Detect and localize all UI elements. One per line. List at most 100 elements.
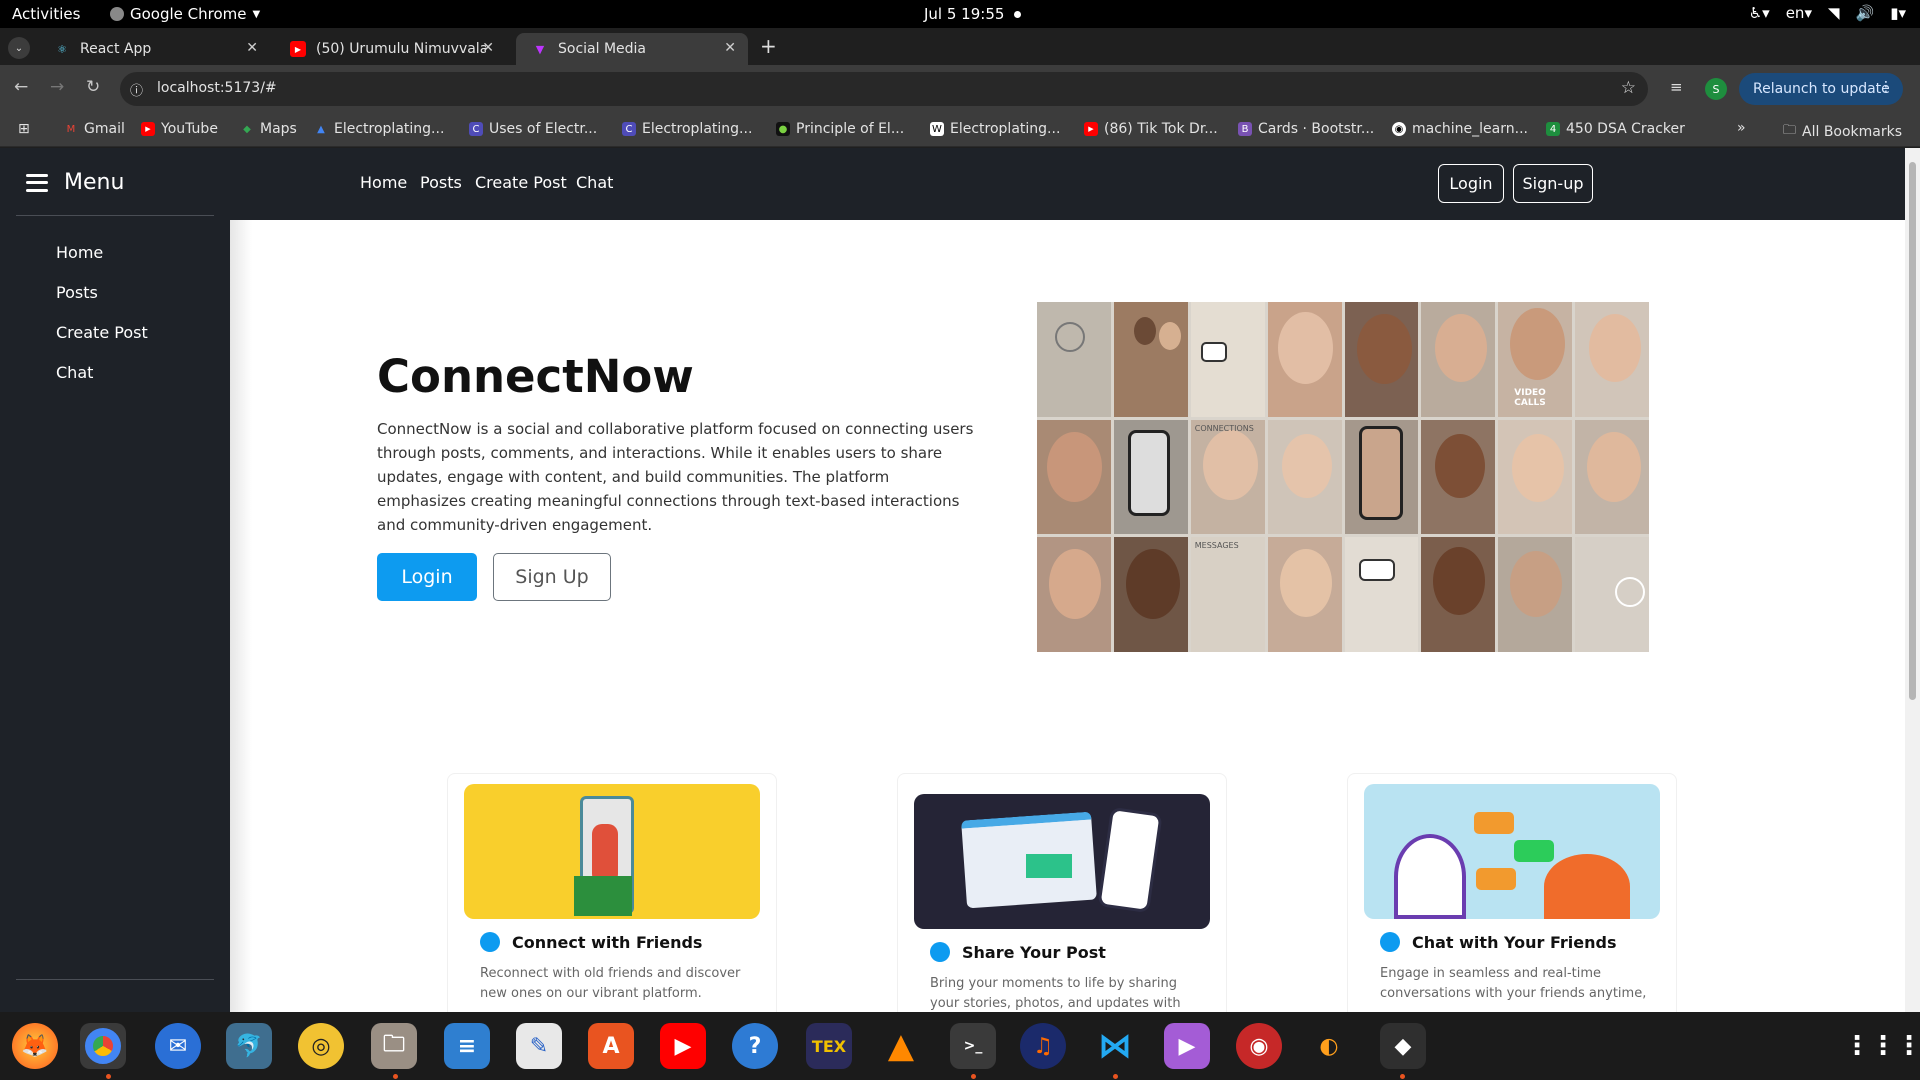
bookmark-cards-bootstrap[interactable]: B Cards · Bootstr... bbox=[1238, 121, 1374, 137]
browser-toolbar: ← → ↻ ⓘ localhost:5173/# ☆ ≡ S Relaunch … bbox=[0, 65, 1920, 113]
kazam-icon[interactable]: ◉ bbox=[1236, 1023, 1282, 1069]
navbar-signup-button[interactable]: Sign-up bbox=[1513, 164, 1593, 203]
language-indicator[interactable]: en▾ bbox=[1786, 4, 1812, 22]
new-tab-button[interactable]: + bbox=[760, 34, 777, 58]
chevron-down-icon: ▼ bbox=[252, 8, 261, 20]
system-tray[interactable]: ♿▾ en▾ ◥ 🔊 ▮▾ bbox=[1749, 4, 1906, 22]
feature-card-share[interactable]: Share Your Post Bring your moments to li… bbox=[897, 773, 1227, 1012]
sidebar-header[interactable]: Menu bbox=[26, 170, 124, 195]
show-apps-icon[interactable]: ⋮⋮⋮ bbox=[1844, 1023, 1920, 1069]
notification-dot bbox=[1014, 11, 1022, 18]
tab-search-button[interactable]: ⌄ bbox=[8, 37, 30, 59]
activities-button[interactable]: Activities bbox=[12, 5, 80, 23]
sheet-icon: 4 bbox=[1546, 122, 1560, 136]
nav-link-home[interactable]: Home bbox=[360, 173, 407, 192]
scratch-icon[interactable]: ◐ bbox=[1306, 1023, 1352, 1069]
phone-icon bbox=[1127, 429, 1170, 516]
phone-icon bbox=[1358, 425, 1403, 520]
navbar-login-button[interactable]: Login bbox=[1438, 164, 1504, 203]
text-editor-icon[interactable]: ✎ bbox=[516, 1023, 562, 1069]
video-player-icon[interactable]: ▶ bbox=[1164, 1023, 1210, 1069]
bookmark-youtube[interactable]: ▶ YouTube bbox=[141, 121, 218, 137]
unity-icon[interactable]: ◆ bbox=[1380, 1023, 1426, 1069]
bookmark-principle-of-el[interactable]: ● Principle of El... bbox=[776, 121, 904, 137]
bookmark-450-dsa[interactable]: 4 450 DSA Cracker bbox=[1546, 121, 1685, 137]
feature-card-connect[interactable]: Connect with Friends Reconnect with old … bbox=[447, 773, 777, 1012]
nav-link-chat[interactable]: Chat bbox=[576, 173, 613, 192]
files-icon[interactable]: 🗀 bbox=[371, 1023, 417, 1069]
forward-button[interactable]: → bbox=[50, 77, 64, 97]
media-controls-icon[interactable]: ≡ bbox=[1670, 78, 1683, 96]
bullet-icon bbox=[930, 942, 950, 962]
relaunch-button[interactable]: Relaunch to update ⋮ bbox=[1739, 73, 1903, 105]
bookmarks-bar: ⊞ M Gmail ▶ YouTube ◆ Maps ▲ Electroplating.… bbox=[0, 113, 1920, 147]
chrome-icon[interactable] bbox=[80, 1023, 126, 1069]
nav-link-posts[interactable]: Posts bbox=[420, 173, 462, 192]
sidebar-divider bbox=[16, 979, 214, 980]
hero-login-button[interactable]: Login bbox=[377, 553, 477, 601]
tab-youtube[interactable]: ▶ (50) Urumulu Nimuvvalai ✕ bbox=[274, 33, 506, 65]
hamburger-icon[interactable] bbox=[26, 173, 48, 192]
audacity-icon[interactable]: ♫ bbox=[1020, 1023, 1066, 1069]
bookmark-electroplating-1[interactable]: ▲ Electroplating... bbox=[314, 121, 444, 137]
libreoffice-writer-icon[interactable]: ≡ bbox=[444, 1023, 490, 1069]
tab-social-media[interactable]: ▼ Social Media ✕ bbox=[516, 33, 748, 65]
sidebar-item-chat[interactable]: Chat bbox=[56, 363, 93, 382]
kebab-menu-icon[interactable]: ⋮ bbox=[1879, 79, 1893, 95]
clock[interactable]: Jul 5 19:55 bbox=[924, 5, 1022, 23]
address-bar[interactable]: ⓘ localhost:5173/# ☆ bbox=[120, 72, 1648, 106]
apps-grid-icon[interactable]: ⊞ bbox=[18, 121, 30, 137]
reload-button[interactable]: ↻ bbox=[86, 77, 100, 97]
wikipedia-icon: W bbox=[930, 122, 944, 136]
card-description: Reconnect with old friends and discover … bbox=[480, 966, 741, 1001]
scrollbar-thumb[interactable] bbox=[1909, 162, 1916, 700]
bullet-icon bbox=[480, 932, 500, 952]
bookmark-machine-learn[interactable]: ◉ machine_learn... bbox=[1392, 121, 1528, 137]
firefox-icon[interactable]: 🦊 bbox=[12, 1023, 58, 1069]
app-menu[interactable]: Google Chrome ▼ bbox=[110, 5, 260, 23]
chat-bubble-icon bbox=[1358, 559, 1395, 582]
bookmark-maps[interactable]: ◆ Maps bbox=[240, 121, 297, 137]
mysql-workbench-icon[interactable]: 🐬 bbox=[226, 1023, 272, 1069]
top-navbar: Home Posts Create Post Chat Login Sign-u… bbox=[230, 148, 1905, 220]
hero-signup-button[interactable]: Sign Up bbox=[493, 553, 611, 601]
back-button[interactable]: ← bbox=[14, 77, 28, 97]
vscode-icon[interactable]: ⋈ bbox=[1092, 1023, 1138, 1069]
close-icon[interactable]: ✕ bbox=[482, 40, 494, 56]
bookmark-electroplating-3[interactable]: W Electroplating... bbox=[930, 121, 1060, 137]
profile-avatar[interactable]: S bbox=[1705, 78, 1727, 100]
c-icon: C bbox=[622, 122, 636, 136]
bookmark-gmail[interactable]: M Gmail bbox=[64, 121, 125, 137]
bookmark-star-icon[interactable]: ☆ bbox=[1621, 78, 1636, 98]
more-bookmarks-icon[interactable]: » bbox=[1737, 120, 1746, 136]
bookmark-electroplating-2[interactable]: C Electroplating... bbox=[622, 121, 752, 137]
hero-collage-image: VIDEO CALLS CONNECTIONS MESSAGES bbox=[1037, 302, 1649, 652]
terminal-icon[interactable]: >_ bbox=[950, 1023, 996, 1069]
help-icon[interactable]: ? bbox=[732, 1023, 778, 1069]
vlc-icon[interactable]: ▲ bbox=[878, 1023, 924, 1069]
all-bookmarks-folder[interactable]: 🗀 All Bookmarks bbox=[1783, 121, 1902, 143]
bookmark-uses-of-electr[interactable]: C Uses of Electr... bbox=[469, 121, 597, 137]
tab-react-app[interactable]: ⚛ React App ✕ bbox=[38, 33, 270, 65]
rhythmbox-icon[interactable]: ◎ bbox=[298, 1023, 344, 1069]
leaf-icon: ● bbox=[776, 122, 790, 136]
nav-link-create-post[interactable]: Create Post bbox=[475, 173, 567, 192]
software-center-icon[interactable]: A bbox=[588, 1023, 634, 1069]
sidebar-item-create-post[interactable]: Create Post bbox=[56, 323, 148, 342]
site-info-icon[interactable]: ⓘ bbox=[130, 80, 143, 99]
accessibility-icon[interactable]: ♿▾ bbox=[1749, 4, 1770, 22]
sidebar-title: Menu bbox=[64, 170, 125, 195]
thunderbird-icon[interactable]: ✉ bbox=[155, 1023, 201, 1069]
close-icon[interactable]: ✕ bbox=[724, 40, 736, 56]
react-icon: ⚛ bbox=[57, 42, 67, 56]
feature-card-chat[interactable]: Chat with Your Friends Engage in seamles… bbox=[1347, 773, 1677, 1012]
sidebar-item-posts[interactable]: Posts bbox=[56, 283, 98, 302]
tab-title: React App bbox=[80, 41, 152, 57]
sidebar-item-home[interactable]: Home bbox=[56, 243, 103, 262]
youtube-icon[interactable]: ▶ bbox=[660, 1023, 706, 1069]
bookmark-tiktok[interactable]: ▶ (86) Tik Tok Dr... bbox=[1084, 121, 1218, 137]
texmaker-icon[interactable]: TEX bbox=[806, 1023, 852, 1069]
youtube-icon: ▶ bbox=[290, 41, 306, 57]
page-scrollbar[interactable] bbox=[1905, 148, 1920, 1012]
close-icon[interactable]: ✕ bbox=[246, 40, 258, 56]
